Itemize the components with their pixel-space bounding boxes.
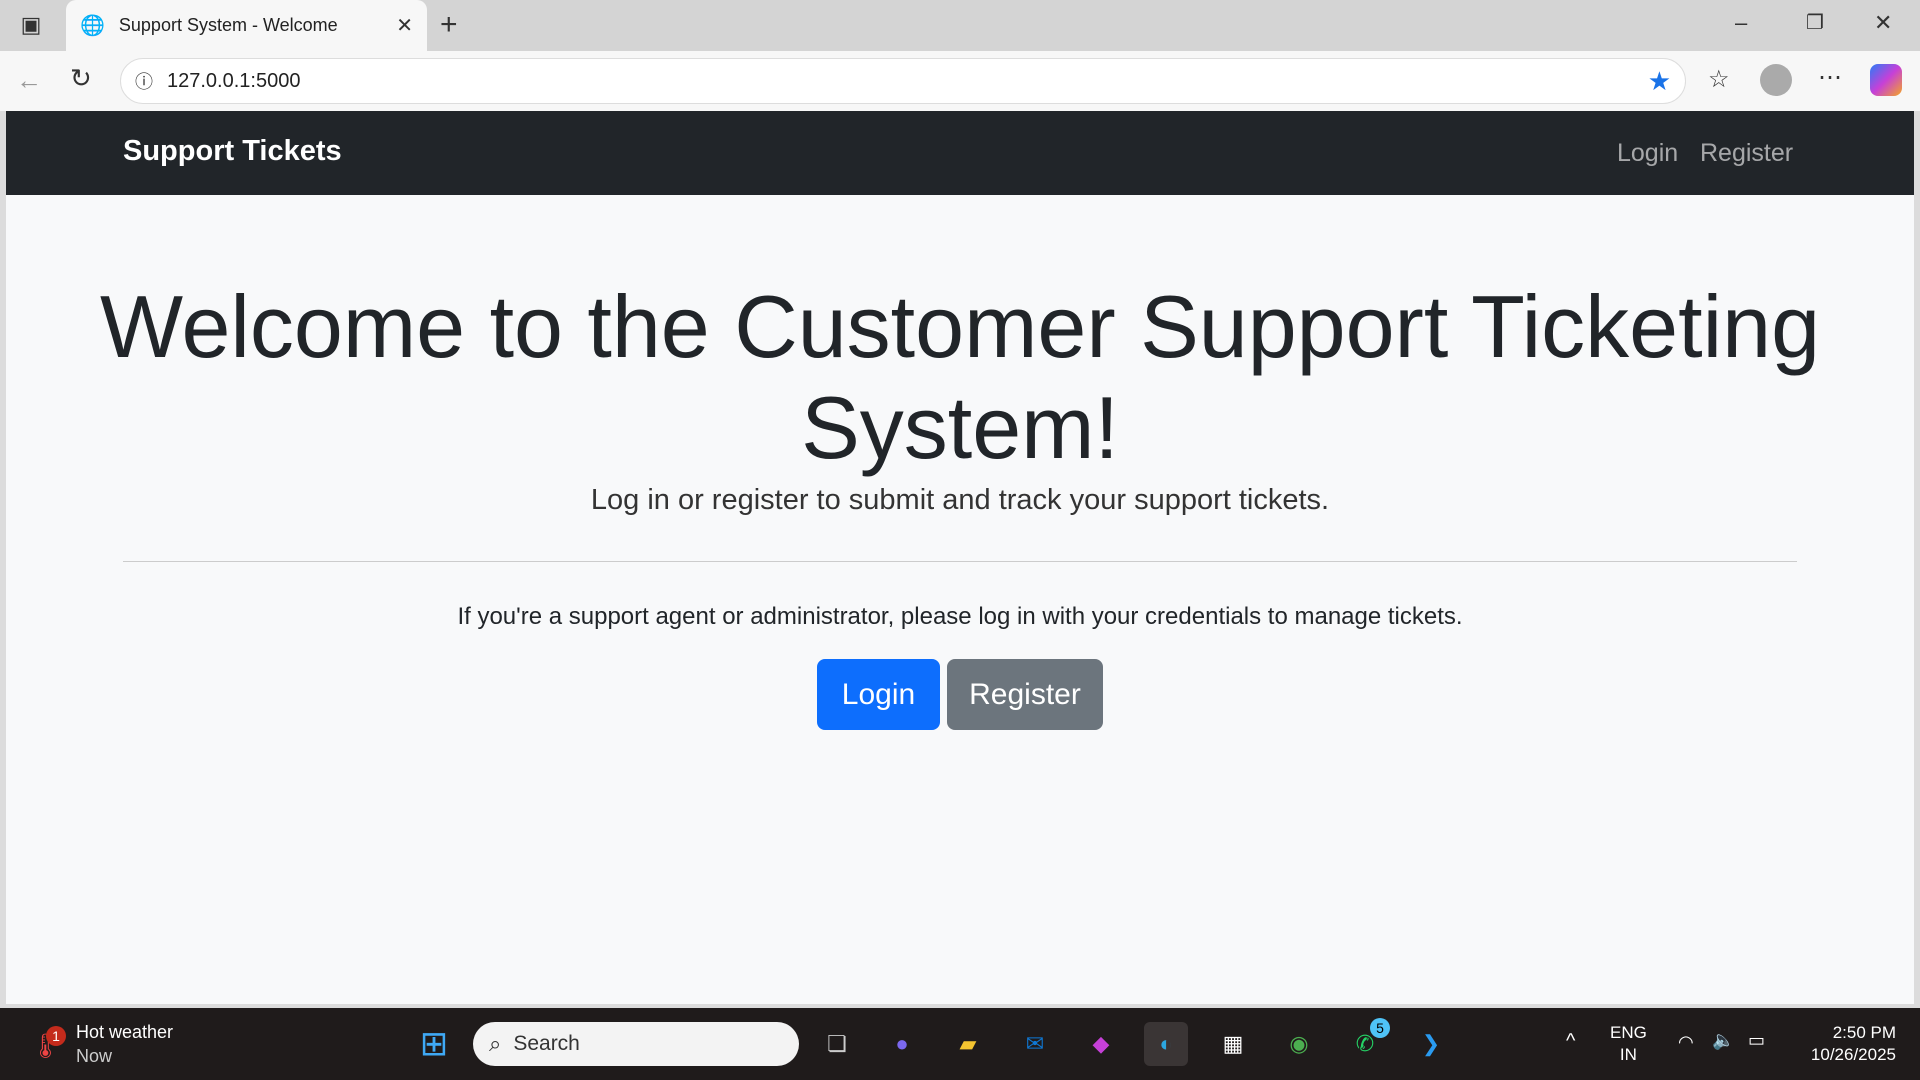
weather-badge: 1 [46, 1026, 66, 1046]
nav-register-link[interactable]: Register [1700, 139, 1793, 168]
clock[interactable]: 2:50 PM 10/26/2025 [1811, 1022, 1896, 1066]
close-window-icon[interactable]: ✕ [1874, 10, 1892, 36]
more-menu-icon[interactable]: ⋯ [1818, 63, 1842, 92]
navbar: Support Tickets Login Register [6, 111, 1914, 195]
login-button[interactable]: Login [817, 659, 940, 730]
weather-sub: Now [76, 1046, 113, 1066]
url-text: 127.0.0.1:5000 [167, 69, 301, 92]
show-hidden-icons-chevron[interactable]: ^ [1566, 1030, 1575, 1053]
copilot-icon[interactable] [1870, 64, 1902, 96]
sidebar-toggle-icon[interactable]: ▣ [18, 12, 44, 38]
restore-icon[interactable]: ❐ [1806, 10, 1824, 35]
whatsapp-badge: 5 [1370, 1018, 1390, 1038]
volume-icon[interactable]: 🔈 [1712, 1030, 1734, 1051]
battery-icon[interactable]: ▭ [1748, 1030, 1765, 1051]
edge-icon[interactable]: ◐ [1144, 1022, 1188, 1066]
minimize-icon[interactable]: – [1735, 10, 1747, 36]
store-icon[interactable]: ▦ [1211, 1022, 1255, 1066]
lang-code: ENG [1610, 1023, 1647, 1042]
address-bar-row: ← ↻ ⓘ 127.0.0.1:5000 ★ ☆ ⋯ [0, 51, 1920, 111]
navbar-brand[interactable]: Support Tickets [123, 135, 342, 168]
web-page: Support Tickets Login Register Welcome t… [6, 111, 1914, 1004]
favorites-icon[interactable]: ☆ [1708, 65, 1730, 94]
browser-tab[interactable]: 🌐 Support System - Welcome ✕ [66, 0, 427, 51]
tab-bar: ▣ 🌐 Support System - Welcome ✕ + – ❐ ✕ [0, 0, 1920, 51]
url-input[interactable]: ⓘ 127.0.0.1:5000 ★ [120, 58, 1686, 104]
copilot-app-icon[interactable]: ◆ [1079, 1022, 1123, 1066]
chrome-icon[interactable]: ◉ [1277, 1022, 1321, 1066]
taskbar-search[interactable]: ⌕ Search [473, 1022, 799, 1066]
register-button[interactable]: Register [947, 659, 1103, 730]
globe-icon: 🌐 [80, 15, 105, 37]
back-icon[interactable]: ← [16, 65, 42, 96]
page-title: Welcome to the Customer Support Ticketin… [99, 277, 1821, 477]
nav-login-link[interactable]: Login [1617, 139, 1678, 168]
favorite-star-icon[interactable]: ★ [1648, 66, 1671, 97]
weather-title: Hot weather [76, 1022, 174, 1042]
outlook-icon[interactable]: ✉ [1013, 1022, 1057, 1066]
tab-title: Support System - Welcome [118, 15, 338, 35]
wifi-icon[interactable]: ◠ [1678, 1032, 1694, 1053]
start-windows-icon[interactable]: ⊞ [412, 1022, 456, 1066]
vscode-icon[interactable]: ❯ [1409, 1022, 1453, 1066]
close-tab-icon[interactable]: ✕ [396, 13, 413, 38]
date: 10/26/2025 [1810, 1045, 1896, 1064]
taskbar: 🌡 1 Hot weather Now ⊞ ⌕ Search ❏ ● ▰ ✉ ◆… [0, 1008, 1920, 1080]
search-placeholder: Search [513, 1032, 580, 1055]
info-icon: ⓘ [135, 72, 153, 92]
new-tab-icon[interactable]: + [440, 8, 458, 42]
lead-text: Log in or register to submit and track y… [590, 484, 1330, 516]
language-indicator[interactable]: ENG IN [1610, 1022, 1647, 1066]
info-text: If you're a support agent or administrat… [457, 603, 1463, 630]
time: 2:50 PM [1832, 1023, 1896, 1042]
reload-icon[interactable]: ↻ [70, 63, 92, 94]
search-icon: ⌕ [489, 1031, 502, 1056]
task-view-icon[interactable]: ❏ [815, 1022, 859, 1066]
weather-widget[interactable]: 🌡 1 Hot weather Now [28, 1018, 188, 1070]
file-explorer-icon[interactable]: ▰ [946, 1022, 990, 1066]
profile-avatar-icon[interactable] [1760, 64, 1792, 96]
divider [123, 561, 1797, 562]
region-code: IN [1619, 1045, 1637, 1064]
meet-app-icon[interactable]: ● [880, 1022, 924, 1066]
